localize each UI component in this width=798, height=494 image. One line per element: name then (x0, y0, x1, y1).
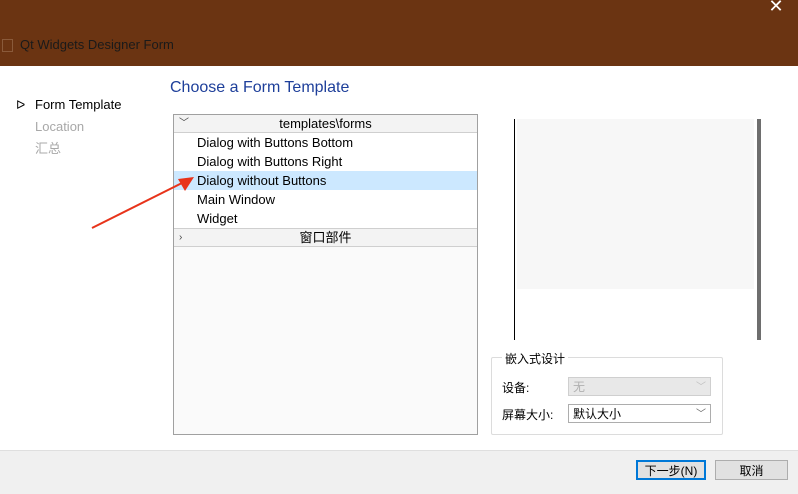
page-title: Choose a Form Template (170, 79, 350, 96)
title-bar: ✕ Qt Widgets Designer Form (0, 0, 798, 66)
wizard-step-form-template: ᐅ Form Template (16, 94, 121, 116)
wizard-step-summary: 汇总 (16, 138, 121, 160)
tree-group-templates-forms[interactable]: ﹀ templates\forms (174, 115, 477, 133)
preview-canvas (517, 119, 754, 289)
chevron-down-icon: ﹀ (696, 382, 706, 393)
screen-size-label: 屏幕大小: (502, 408, 554, 422)
tree-item-dialog-buttons-right[interactable]: Dialog with Buttons Right (174, 152, 477, 171)
tree-item-dialog-buttons-bottom[interactable]: Dialog with Buttons Bottom (174, 133, 477, 152)
tree-item-main-window[interactable]: Main Window (174, 190, 477, 209)
group-title: 嵌入式设计 (502, 350, 569, 367)
wizard-step-label: Location (35, 119, 85, 134)
embedded-design-group: 嵌入式设计 设备: 无 ﹀ 屏幕大小: 默认大小 ﹀ (491, 350, 723, 435)
group-header-label: templates\forms (279, 116, 372, 131)
tree-group-widgets[interactable]: › 窗口部件 (174, 228, 477, 247)
device-label: 设备: (502, 381, 530, 395)
screen-size-select[interactable]: 默认大小 ﹀ (568, 404, 711, 423)
tree-item-widget[interactable]: Widget (174, 209, 477, 228)
wizard-step-label: 汇总 (35, 141, 62, 156)
template-preview (514, 119, 762, 340)
cancel-button[interactable]: 取消 (715, 460, 788, 480)
chevron-down-icon[interactable]: ﹀ (696, 405, 706, 424)
chevron-down-icon[interactable]: ﹀ (179, 115, 189, 132)
chevron-right-icon[interactable]: › (179, 229, 182, 246)
next-button[interactable]: 下一步(N) (636, 460, 706, 480)
device-value: 无 (573, 380, 586, 394)
window-title: Qt Widgets Designer Form (20, 37, 174, 52)
screen-size-value: 默认大小 (573, 407, 622, 421)
wizard-step-location: Location (16, 116, 121, 138)
close-icon: ✕ (768, 0, 784, 16)
wizard-nav: ᐅ Form Template Location 汇总 (16, 94, 121, 160)
current-step-icon: ᐅ (16, 98, 26, 112)
device-select: 无 ﹀ (568, 377, 711, 396)
tree-item-dialog-without-buttons[interactable]: Dialog without Buttons (174, 171, 477, 190)
template-tree[interactable]: ﹀ templates\forms Dialog with Buttons Bo… (173, 114, 478, 435)
group-header-label: 窗口部件 (299, 230, 352, 245)
app-icon (2, 39, 13, 52)
close-button[interactable]: ✕ (762, 0, 790, 18)
wizard-step-label: Form Template (35, 97, 122, 112)
